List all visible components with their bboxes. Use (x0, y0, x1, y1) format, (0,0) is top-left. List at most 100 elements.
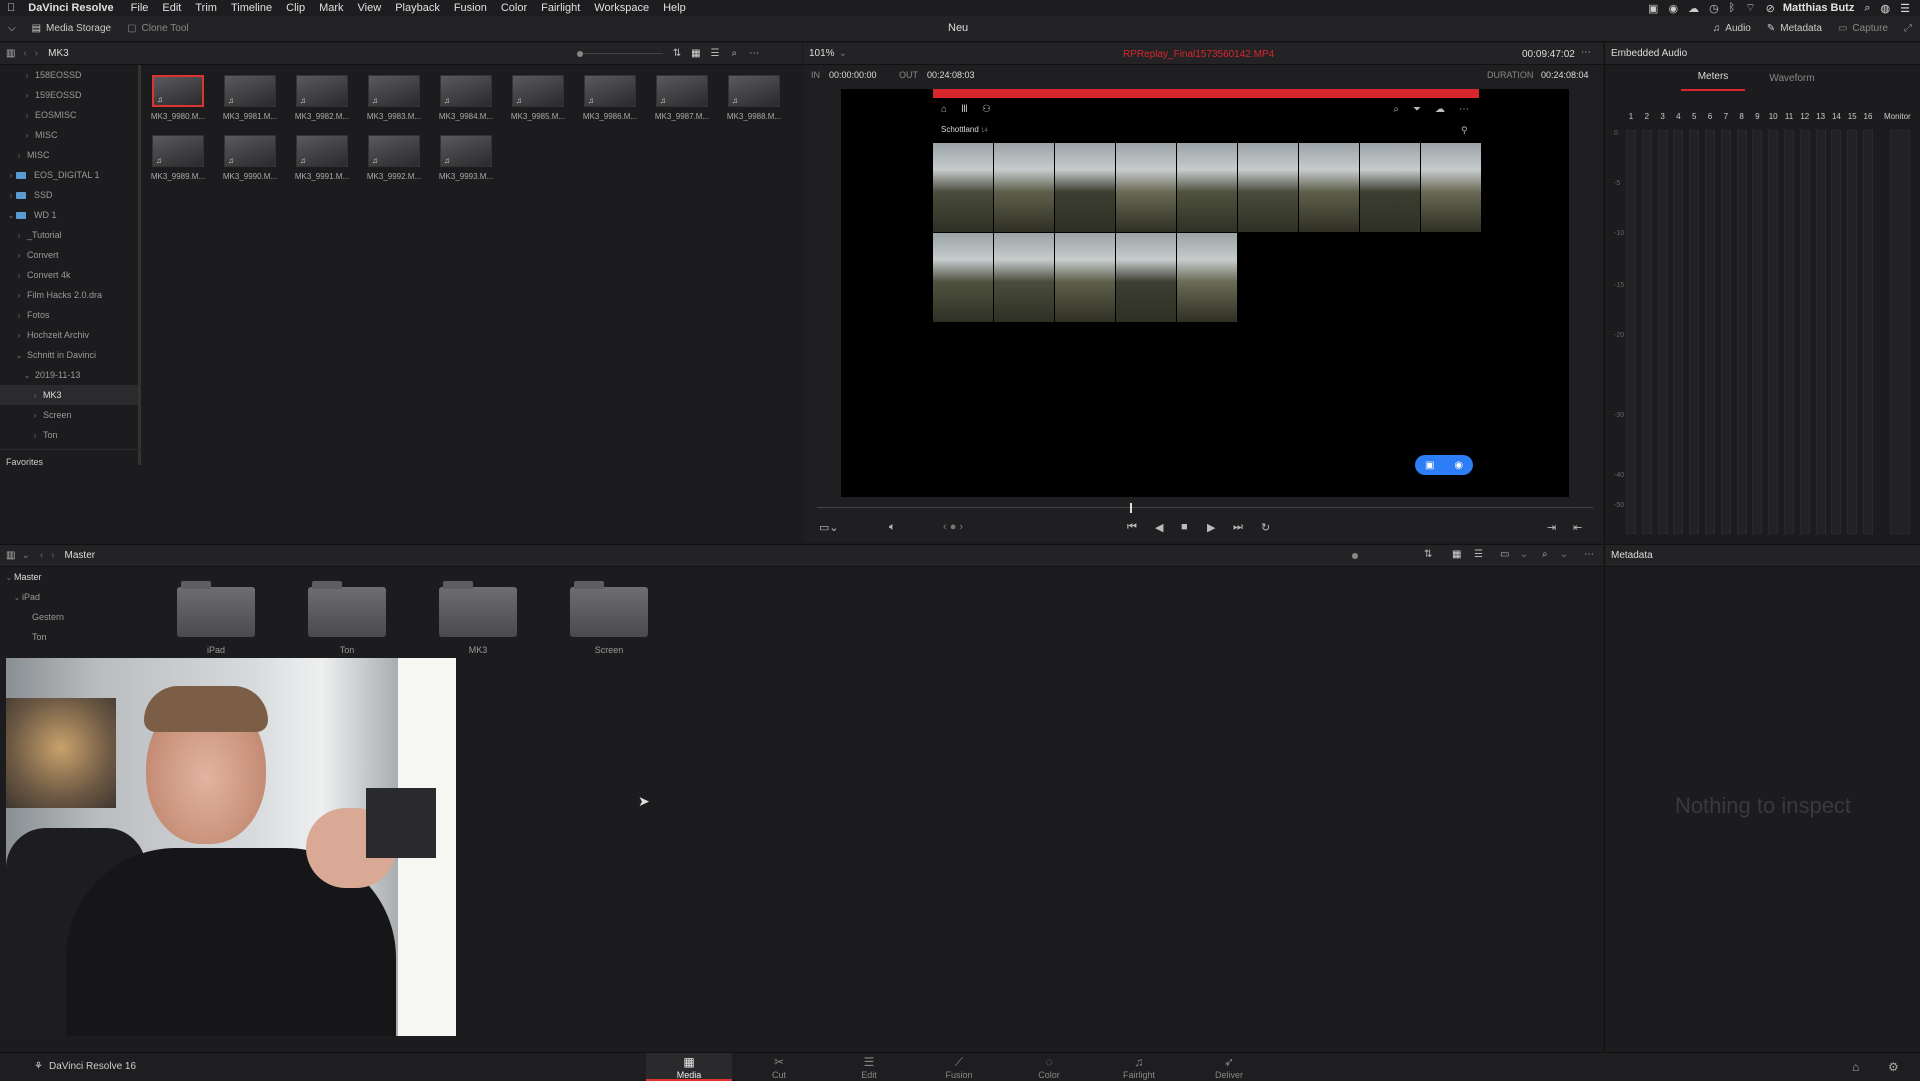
chevron-right-icon[interactable]: › (14, 151, 24, 160)
chevron-right-icon[interactable]: › (30, 391, 40, 400)
apple-icon[interactable]:  (0, 2, 22, 14)
storage-item[interactable]: › Film Hacks 2.0.dra (0, 285, 140, 305)
chevron-right-icon[interactable]: › (14, 291, 24, 300)
bin-item[interactable]: ⌄ Master (0, 567, 142, 587)
cloud-icon[interactable]: ☁ (1688, 2, 1699, 15)
chevron-right-icon[interactable]: › (22, 111, 32, 120)
zoom-level[interactable]: 101% (809, 48, 835, 59)
tree-scrollbar[interactable] (138, 65, 141, 465)
bin-folder[interactable]: Screen (569, 581, 649, 655)
chevron-right-icon[interactable]: › (22, 71, 32, 80)
more-options-icon[interactable]: ⋯ (749, 48, 759, 59)
wifi-icon[interactable]: ⌔ (1745, 1, 1755, 15)
menu-mark[interactable]: Mark (312, 2, 350, 14)
chevron-right-icon[interactable]: › (6, 191, 16, 200)
pool-frame-dropdown-icon[interactable]: ⌄ (1520, 549, 1528, 560)
tab-waveform[interactable]: Waveform (1757, 73, 1827, 84)
bin-folder[interactable]: iPad (176, 581, 256, 655)
chevron-right-icon[interactable]: › (22, 91, 32, 100)
home-button-icon[interactable]: ⌂ (1852, 1060, 1859, 1074)
expand-icon[interactable]: ⤢ (1896, 19, 1920, 39)
menu-fairlight[interactable]: Fairlight (534, 2, 587, 14)
pool-frame-icon[interactable]: ▭ (1500, 549, 1509, 560)
mark-out-icon[interactable]: ⇤ (1573, 521, 1582, 534)
clip-thumbnail[interactable]: ♫ MK3_9988.M... (726, 75, 782, 121)
capture-button[interactable]: ▭ Capture (1830, 19, 1896, 39)
chevron-right-icon[interactable]: › (14, 251, 24, 260)
clip-thumbnail[interactable]: ♫ MK3_9982.M... (294, 75, 350, 121)
loop-icon[interactable]: ↻ (1261, 521, 1270, 534)
sidebar-toggle-icon[interactable]: ▥ (6, 48, 15, 59)
storage-item[interactable]: › MISC (0, 145, 140, 165)
metadata-button[interactable]: ✎ Metadata (1759, 19, 1830, 39)
page-tab-cut[interactable]: ✂ Cut (736, 1053, 822, 1081)
storage-item[interactable]: › Convert 4k (0, 265, 140, 285)
stop-icon[interactable]: ■ (1181, 521, 1188, 533)
screen-record-icon[interactable]: ▣ (1648, 2, 1658, 15)
camera-icon[interactable]: ◉ (1668, 2, 1678, 15)
time-machine-icon[interactable]: ◷ (1709, 2, 1719, 15)
search-icon[interactable]: ⌕ (732, 48, 738, 59)
menu-fusion[interactable]: Fusion (447, 2, 494, 14)
storage-item[interactable]: › Hochzeit Archiv (0, 325, 140, 345)
media-storage-button[interactable]: ▤ Media Storage (24, 19, 120, 39)
clone-tool-button[interactable]: ▢ Clone Tool (119, 19, 197, 39)
storage-item[interactable]: › Ton (0, 425, 140, 445)
chevron-down-icon[interactable]: ⌄ (6, 211, 16, 220)
page-tab-color[interactable]: ◌ Color (1006, 1053, 1092, 1081)
clip-thumbnail[interactable]: ♫ MK3_9981.M... (222, 75, 278, 121)
play-reverse-icon[interactable]: ◀ (1155, 521, 1163, 534)
sort-icon[interactable]: ⇅ (673, 48, 681, 59)
volume-icon[interactable]: 🔈︎ (889, 521, 896, 534)
scrubber-track[interactable] (817, 507, 1593, 508)
chevron-down-icon[interactable]: ⌄ (22, 371, 32, 380)
menu-timeline[interactable]: Timeline (224, 2, 279, 14)
storage-item[interactable]: › Fotos (0, 305, 140, 325)
chevron-right-icon[interactable]: › (14, 271, 24, 280)
pool-forward-icon[interactable]: › (51, 550, 54, 561)
pool-more-icon[interactable]: ⋯ (1584, 549, 1594, 560)
jog-control[interactable]: ‹ ● › (943, 521, 963, 533)
spotlight-search-icon[interactable]: ⌕ (1864, 2, 1870, 15)
bin-folder[interactable]: Ton (307, 581, 387, 655)
pool-search-dropdown-icon[interactable]: ⌄ (1560, 549, 1568, 560)
bin-folder[interactable]: MK3 (438, 581, 518, 655)
storage-item[interactable]: › 159EOSSD (0, 85, 140, 105)
bin-item[interactable]: Gestern (0, 607, 142, 627)
chevron-right-icon[interactable]: › (6, 171, 16, 180)
chevron-right-icon[interactable]: › (14, 311, 24, 320)
chevron-right-icon[interactable]: › (30, 431, 40, 440)
page-tab-edit[interactable]: ☰ Edit (826, 1053, 912, 1081)
pool-grid-view-icon[interactable]: ▦ (1452, 549, 1461, 560)
chevron-down-icon[interactable]: ⌄ (14, 351, 24, 360)
storage-item[interactable]: › EOSMISC (0, 105, 140, 125)
pool-sidebar-toggle-icon[interactable]: ▥ (6, 550, 15, 561)
clip-thumbnail[interactable]: ♫ MK3_9980.M... (150, 75, 206, 121)
audio-button[interactable]: ♫ Audio (1705, 19, 1759, 39)
clip-thumbnail[interactable]: ♫ MK3_9992.M... (366, 135, 422, 181)
go-to-end-icon[interactable]: ⏭︎ (1233, 521, 1243, 534)
playhead[interactable] (1130, 503, 1132, 513)
pool-thumbnail-slider[interactable] (1352, 553, 1358, 559)
do-not-disturb-icon[interactable]: ⊘ (1766, 2, 1775, 15)
pool-list-view-icon[interactable]: ☰ (1474, 549, 1483, 560)
play-icon[interactable]: ▶ (1207, 521, 1215, 534)
chevron-right-icon[interactable]: › (14, 231, 24, 240)
settings-gear-icon[interactable]: ⚙ (1888, 1060, 1899, 1074)
bin-item[interactable]: ⌄ iPad (0, 587, 142, 607)
pool-search-icon[interactable]: ⌕ (1542, 549, 1548, 560)
storage-item[interactable]: ⌄ 2019-11-13 (0, 365, 140, 385)
page-tab-fairlight[interactable]: ♫ Fairlight (1096, 1053, 1182, 1081)
clip-thumbnail[interactable]: ♫ MK3_9986.M... (582, 75, 638, 121)
storage-item[interactable]: ⌄ WD 1 (0, 205, 140, 225)
storage-item[interactable]: › MK3 (0, 385, 140, 405)
page-tab-deliver[interactable]: ➶ Deliver (1186, 1053, 1272, 1081)
clip-thumbnail[interactable]: ♫ MK3_9989.M... (150, 135, 206, 181)
menu-playback[interactable]: Playback (388, 2, 447, 14)
menu-trim[interactable]: Trim (188, 2, 224, 14)
mark-in-icon[interactable]: ⇥ (1547, 521, 1556, 534)
thumbnail-size-slider[interactable] (576, 50, 663, 57)
menu-clip[interactable]: Clip (279, 2, 312, 14)
menu-help[interactable]: Help (656, 2, 693, 14)
chevron-right-icon[interactable]: › (30, 411, 40, 420)
